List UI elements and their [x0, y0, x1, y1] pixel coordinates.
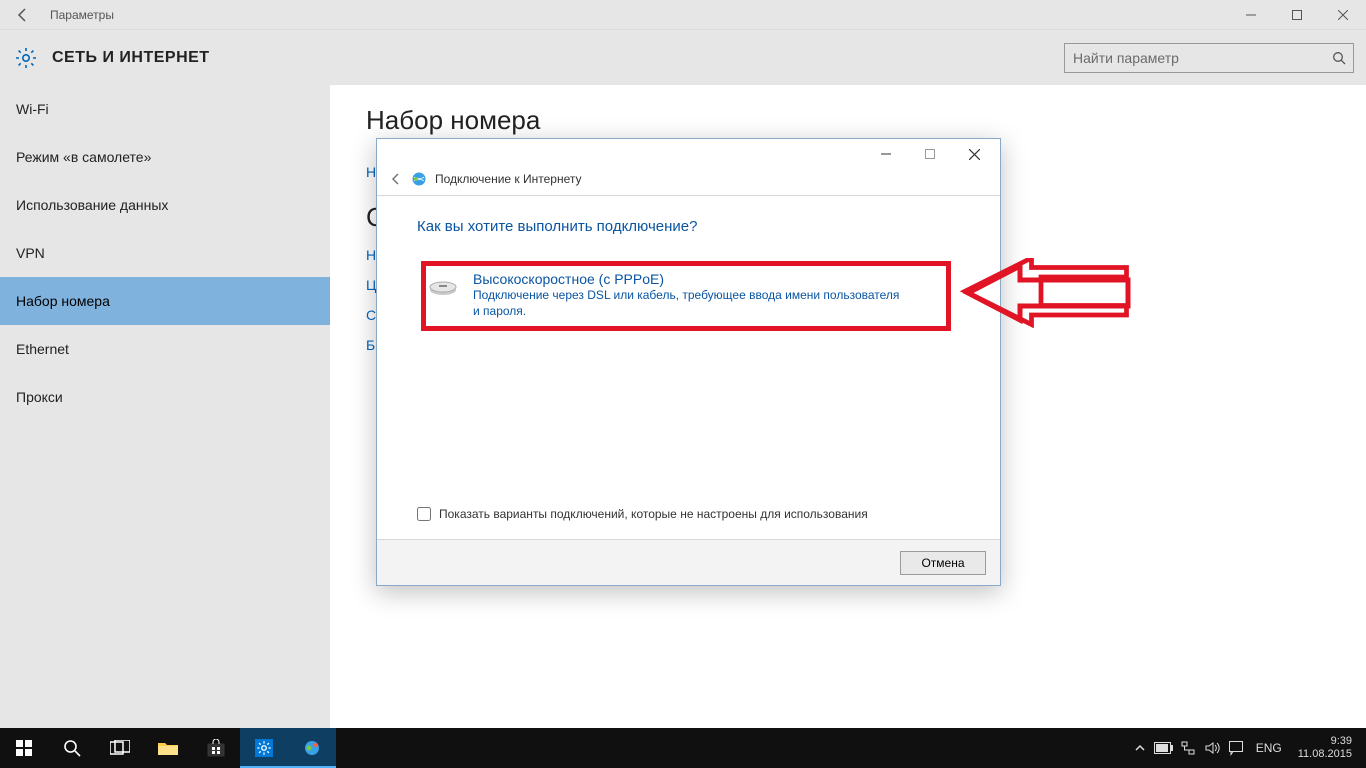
close-icon: [1338, 10, 1348, 20]
volume-icon: [1204, 740, 1220, 756]
option-title: Высокоскоростное (с PPPoE): [473, 271, 903, 287]
sidebar-item-vpn[interactable]: VPN: [0, 229, 330, 277]
battery-icon: [1154, 742, 1174, 754]
sidebar-item-label: Режим «в самолете»: [16, 149, 151, 165]
start-button[interactable]: [0, 728, 48, 768]
arrow-left-icon: [389, 172, 403, 186]
task-view-button[interactable]: [96, 728, 144, 768]
wizard-titlebar: [377, 139, 1000, 169]
tray-language[interactable]: ENG: [1248, 741, 1290, 755]
wizard-minimize-button[interactable]: [864, 140, 908, 168]
gear-icon: [12, 44, 40, 72]
page-title: Набор номера: [366, 105, 1330, 136]
sidebar-item-label: Прокси: [16, 389, 63, 405]
wizard-header: Подключение к Интернету: [377, 169, 1000, 195]
taskbar-app-connect-wizard[interactable]: [288, 728, 336, 768]
window-controls: [1228, 0, 1366, 30]
wizard-close-button[interactable]: [952, 140, 996, 168]
network-icon: [1180, 740, 1196, 756]
connect-internet-wizard: Подключение к Интернету Как вы хотите вы…: [376, 138, 1001, 586]
arrow-left-icon: [15, 7, 31, 23]
wizard-question: Как вы хотите выполнить подключение?: [417, 218, 960, 235]
settings-header: СЕТЬ И ИНТЕРНЕТ: [0, 30, 1366, 85]
windows-logo-icon: [16, 740, 32, 756]
chevron-up-icon: [1135, 743, 1145, 753]
sidebar: Wi-Fi Режим «в самолете» Использование д…: [0, 85, 330, 728]
wizard-footer: Отмена: [377, 539, 1000, 585]
taskbar-search-button[interactable]: [48, 728, 96, 768]
wizard-back-button[interactable]: [389, 172, 403, 186]
sidebar-item-label: Набор номера: [16, 293, 110, 309]
search-wrap: [1064, 43, 1354, 73]
show-unconfigured-checkbox[interactable]: [417, 507, 431, 521]
sidebar-item-dialup[interactable]: Набор номера: [0, 277, 330, 325]
sidebar-item-label: VPN: [16, 245, 45, 261]
taskbar-app-store[interactable]: [192, 728, 240, 768]
sidebar-item-wifi[interactable]: Wi-Fi: [0, 85, 330, 133]
modem-icon: [427, 273, 459, 297]
wizard-title: Подключение к Интернету: [435, 172, 582, 186]
globe-icon: [303, 739, 321, 757]
tray-network-icon[interactable]: [1176, 728, 1200, 768]
action-center-icon: [1228, 740, 1244, 756]
maximize-icon: [925, 149, 935, 159]
globe-icon: [411, 171, 427, 187]
sidebar-item-data-usage[interactable]: Использование данных: [0, 181, 330, 229]
sidebar-item-ethernet[interactable]: Ethernet: [0, 325, 330, 373]
tray-overflow-button[interactable]: [1128, 728, 1152, 768]
sidebar-item-proxy[interactable]: Прокси: [0, 373, 330, 421]
option-text: Высокоскоростное (с PPPoE) Подключение ч…: [473, 271, 903, 319]
settings-titlebar: Параметры: [0, 0, 1366, 30]
taskbar-left: [0, 728, 336, 768]
tray-action-center-icon[interactable]: [1224, 728, 1248, 768]
search-icon: [1332, 51, 1346, 65]
task-view-icon: [110, 740, 130, 756]
close-button[interactable]: [1320, 0, 1366, 30]
taskbar-app-settings[interactable]: [240, 728, 288, 768]
cancel-button[interactable]: Отмена: [900, 551, 986, 575]
folder-icon: [158, 740, 178, 756]
taskbar-app-explorer[interactable]: [144, 728, 192, 768]
option-broadband-pppoe[interactable]: Высокоскоростное (с PPPoE) Подключение ч…: [417, 261, 960, 331]
wizard-body: Как вы хотите выполнить подключение? Выс…: [377, 196, 1000, 507]
back-button[interactable]: [0, 0, 46, 30]
minimize-button[interactable]: [1228, 0, 1274, 30]
category-title: СЕТЬ И ИНТЕРНЕТ: [52, 49, 210, 67]
tray-volume-icon[interactable]: [1200, 728, 1224, 768]
sidebar-item-label: Wi-Fi: [16, 101, 49, 117]
maximize-button[interactable]: [1274, 0, 1320, 30]
option-description: Подключение через DSL или кабель, требую…: [473, 287, 903, 319]
sidebar-item-label: Использование данных: [16, 197, 168, 213]
taskbar-right: ENG 9:39 11.08.2015: [1128, 728, 1366, 768]
tray-clock[interactable]: 9:39 11.08.2015: [1290, 735, 1360, 761]
show-unconfigured-label: Показать варианты подключений, которые н…: [439, 507, 868, 521]
tray-time: 9:39: [1298, 735, 1352, 748]
wizard-maximize-button[interactable]: [908, 140, 952, 168]
maximize-icon: [1292, 10, 1302, 20]
close-icon: [969, 149, 980, 160]
taskbar: ENG 9:39 11.08.2015: [0, 728, 1366, 768]
minimize-icon: [1246, 10, 1256, 20]
sidebar-item-label: Ethernet: [16, 341, 69, 357]
search-input[interactable]: [1064, 43, 1354, 73]
sidebar-item-airplane[interactable]: Режим «в самолете»: [0, 133, 330, 181]
store-icon: [207, 739, 225, 757]
tray-date: 11.08.2015: [1298, 748, 1352, 761]
search-icon: [63, 739, 81, 757]
tray-battery-icon[interactable]: [1152, 728, 1176, 768]
minimize-icon: [881, 149, 891, 159]
gear-icon: [255, 739, 273, 757]
window-title: Параметры: [50, 8, 114, 22]
show-unconfigured-row: Показать варианты подключений, которые н…: [377, 507, 1000, 539]
